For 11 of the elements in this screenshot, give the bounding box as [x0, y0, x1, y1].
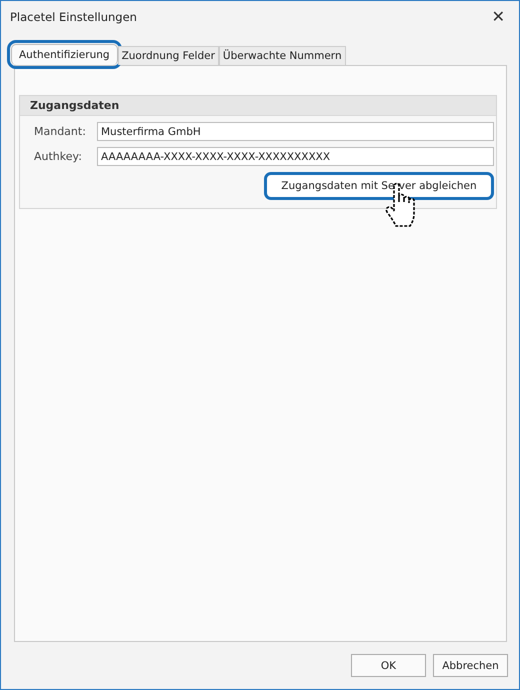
window-title: Placetel Einstellungen	[10, 10, 137, 24]
tab[interactable]: Überwachte Nummern	[218, 46, 346, 65]
field-label: Authkey:	[34, 150, 83, 163]
input-field[interactable]: AAAAAAAA-XXXX-XXXX-XXXX-XXXXXXXXXX	[97, 147, 494, 166]
dialog-button[interactable]: OK	[351, 654, 426, 677]
input-field[interactable]: Musterfirma GmbH	[97, 122, 494, 141]
field-label: Mandant:	[34, 125, 87, 138]
group-title: Zugangsdaten	[20, 96, 496, 116]
tab[interactable]: Zuordnung Felder	[118, 46, 219, 65]
dialog-button[interactable]: Abbrechen	[433, 654, 508, 677]
close-button[interactable]: ✕	[486, 7, 511, 26]
